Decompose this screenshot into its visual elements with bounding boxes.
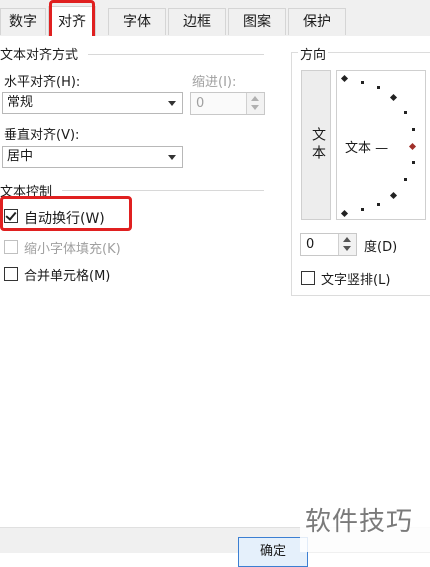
vertical-align-select[interactable]: 居中 [2,146,183,168]
tab-protection[interactable]: 保护 [288,8,346,35]
indent-stepper[interactable]: 0 [190,92,265,115]
ok-button[interactable]: 确定 [238,537,308,567]
stacked-text-label[interactable]: 文字竖排(L) [321,269,390,288]
horizontal-align-select[interactable]: 常规 [2,92,183,114]
dial-marker [377,203,380,206]
merge-cells-label[interactable]: 合并单元格(M) [24,265,110,284]
chevron-down-icon [168,101,176,106]
group-divider [62,190,264,191]
stacked-text-checkbox[interactable] [301,271,315,285]
shrink-to-fit-label: 缩小字体填充(K) [24,242,121,257]
spin-buttons[interactable] [338,234,356,255]
dial-marker [412,161,415,164]
dial-marker [404,111,407,114]
spin-down-icon [343,246,351,251]
group-divider [88,54,264,55]
tab-border[interactable]: 边框 [168,8,226,35]
dial-pointer[interactable] [408,142,417,151]
tab-font[interactable]: 字体 [108,8,166,35]
tab-number[interactable]: 数字 [0,8,46,35]
dial-marker [377,86,380,89]
tab-pattern[interactable]: 图案 [228,8,286,35]
dial-marker [361,81,364,84]
spin-buttons[interactable] [246,93,264,114]
orientation-dial[interactable]: 文本 — [336,70,426,220]
merge-cells-checkbox[interactable] [4,267,18,281]
horizontal-align-label: 水平对齐(H): [4,75,81,90]
dial-marker [412,128,415,131]
indent-value: 0 [196,96,205,111]
dial-marker [340,209,349,218]
highlight-box-wrap-text [0,196,132,231]
spin-down-icon [251,105,259,110]
dial-marker [361,208,364,211]
dial-marker [340,74,349,83]
spin-up-icon [251,96,259,101]
chevron-down-icon [168,155,176,160]
degree-label: 度(D) [364,240,398,255]
text-alignment-group-title: 文本对齐方式 [0,48,79,63]
spin-up-icon [343,237,351,242]
shrink-to-fit-checkbox[interactable] [4,240,18,254]
dial-text: 文本 — [345,141,389,156]
degree-value: 0 [306,237,315,252]
indent-label: 缩进(I): [192,75,237,90]
vertical-text-button[interactable]: 文本 [301,70,331,220]
dial-marker [389,191,398,200]
horizontal-align-value: 常规 [7,95,34,110]
vertical-text-label: 文本 [310,127,326,163]
vertical-align-label: 垂直对齐(V): [4,128,80,143]
watermark-text: 软件技巧 [305,507,414,537]
degree-stepper[interactable]: 0 [300,233,357,256]
dial-marker [404,178,407,181]
dial-marker [389,93,398,102]
orientation-group-title: 方向 [298,44,329,63]
vertical-align-value: 居中 [7,149,34,164]
